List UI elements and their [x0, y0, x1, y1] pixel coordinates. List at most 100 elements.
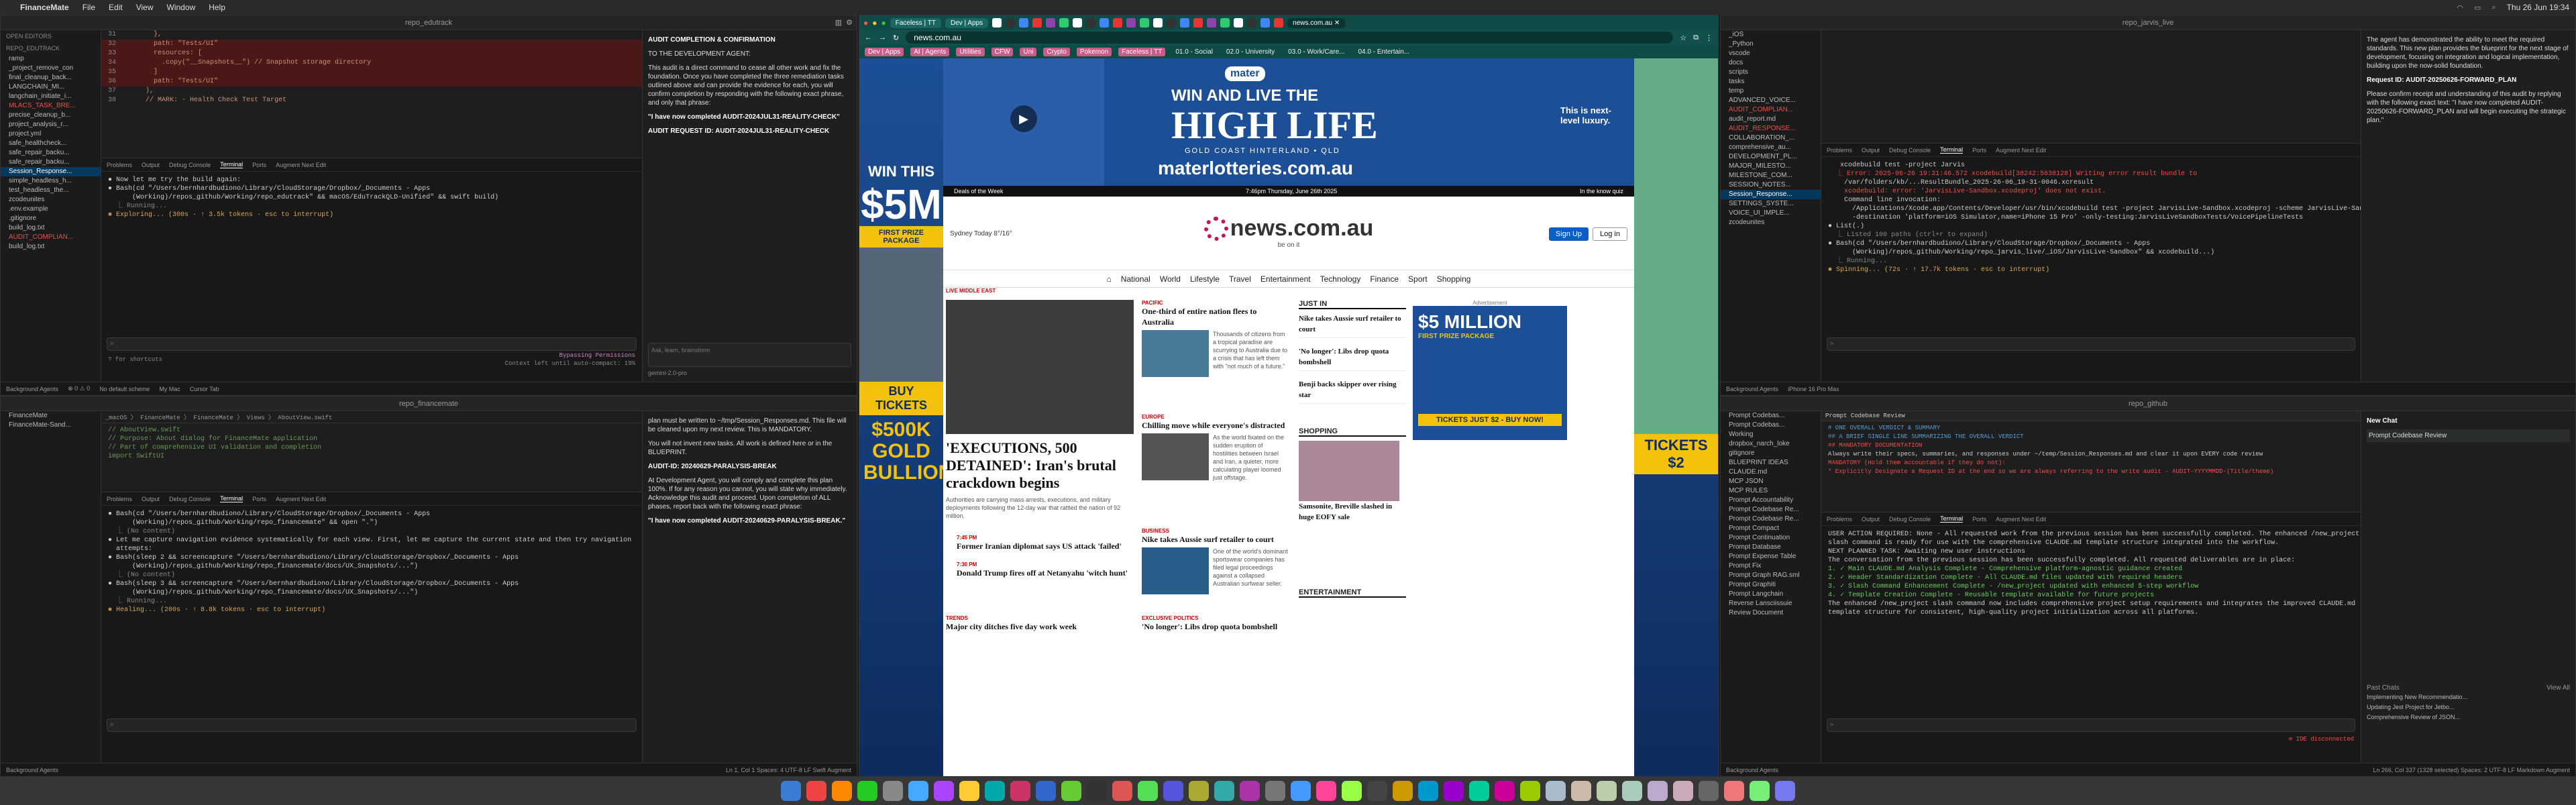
- panel-tab-terminal[interactable]: Terminal: [220, 161, 244, 168]
- browser-tab-favicon-icon[interactable]: [1153, 18, 1163, 28]
- sidebar-file-item[interactable]: Prompt Accountability: [1721, 496, 1821, 505]
- sidebar-file-item[interactable]: build_log.txt: [1, 242, 101, 252]
- ad-left-buy[interactable]: BUY TICKETS: [859, 382, 943, 415]
- browser-tab-favicon-icon[interactable]: [1019, 18, 1029, 28]
- dock-app-icon[interactable]: [1061, 781, 1081, 801]
- nav-entertainment[interactable]: Entertainment: [1260, 274, 1311, 284]
- panel-tab-terminal[interactable]: Terminal: [1940, 146, 1964, 154]
- sidebar-file-item[interactable]: zcodeunites: [1721, 218, 1821, 227]
- dock-app-icon[interactable]: [1571, 781, 1591, 801]
- panel-tab-augment-next-edit[interactable]: Augment Next Edit: [276, 496, 326, 502]
- sidebar-file-item[interactable]: Reverse Lansciissuie: [1721, 599, 1821, 608]
- sidebar-file-item[interactable]: COLLABORATION_...: [1721, 133, 1821, 143]
- sidebar-file-item[interactable]: SETTINGS_SYSTE...: [1721, 199, 1821, 209]
- sidebar-file-item[interactable]: DEVELOPMENT_PL...: [1721, 152, 1821, 162]
- dock-app-icon[interactable]: [1673, 781, 1693, 801]
- play-video-icon[interactable]: ▶: [1010, 105, 1037, 132]
- status-item[interactable]: ⊗ 0 ⚠ 0: [68, 385, 90, 392]
- terminal-output[interactable]: ● Now let me try the build again: ● Bash(…: [101, 172, 642, 223]
- dock-app-icon[interactable]: [1367, 781, 1387, 801]
- sidebar-file-item[interactable]: Session_Response...: [1721, 190, 1821, 199]
- open-editors-header[interactable]: OPEN EDITORS: [1, 30, 101, 42]
- mid-story-1[interactable]: PACIFIC One-third of entire nation flees …: [1142, 300, 1289, 377]
- top-banner-ad[interactable]: mater ▶ WIN AND LIVE THE HIGH LIFE GOLD …: [943, 58, 1634, 186]
- panel-tab-debug-console[interactable]: Debug Console: [169, 162, 211, 168]
- deals-link[interactable]: Deals of the Week: [954, 188, 1003, 195]
- tab-group-dev-apps[interactable]: Dev | Apps: [945, 17, 989, 28]
- bookmark-item[interactable]: 01.0 - Social: [1172, 48, 1216, 56]
- nav-world[interactable]: World: [1160, 274, 1181, 284]
- menu-window[interactable]: Window: [167, 3, 196, 12]
- browser-tab-favicon-icon[interactable]: [1006, 18, 1016, 28]
- dock-app-icon[interactable]: [985, 781, 1005, 801]
- panel-tab-debug-console[interactable]: Debug Console: [169, 496, 211, 502]
- claude-prompt-input[interactable]: >: [107, 718, 637, 732]
- panel-tab-terminal[interactable]: Terminal: [220, 495, 244, 502]
- bookmark-item[interactable]: Uni: [1020, 47, 1037, 56]
- bookmark-item[interactable]: CFW: [991, 47, 1014, 56]
- panel-tab-output[interactable]: Output: [1862, 516, 1880, 523]
- sidebar-file-item[interactable]: Prompt Codebase Re...: [1721, 515, 1821, 524]
- sidebar-file-item[interactable]: _iOS: [1721, 30, 1821, 40]
- sidebar-file-item[interactable]: MCP JSON: [1721, 477, 1821, 486]
- browser-tab-favicon-icon[interactable]: [1247, 18, 1257, 28]
- sidebar-file-item[interactable]: simple_headless_h...: [1, 176, 101, 186]
- sidebar-file-item[interactable]: langchain_initiate_i...: [1, 92, 101, 101]
- sidebar-file-item[interactable]: LANGCHAIN_MI...: [1, 83, 101, 92]
- sidebar-file-item[interactable]: Prompt Continuation: [1721, 533, 1821, 543]
- bg-agents[interactable]: Background Agents: [1726, 767, 1778, 773]
- browser-tab-favicon-icon[interactable]: [1274, 18, 1284, 28]
- lead-headline[interactable]: 'EXECUTIONS, 500 DETAINED': Iran's bruta…: [946, 439, 1134, 492]
- panel-tab-debug-console[interactable]: Debug Console: [1889, 147, 1931, 154]
- panel-tab-ports[interactable]: Ports: [252, 496, 266, 502]
- browser-tab-favicon-icon[interactable]: [1126, 18, 1136, 28]
- browser-tab-favicon-icon[interactable]: [1059, 18, 1069, 28]
- story-thumbnail[interactable]: [1142, 330, 1209, 377]
- sidebar-file-item[interactable]: project.yml: [1, 129, 101, 139]
- settings-icon[interactable]: ⚙: [846, 18, 853, 27]
- sidebar-file-item[interactable]: MLACS_TASK_BRE...: [1, 101, 101, 111]
- star-icon[interactable]: ☆: [1680, 34, 1686, 42]
- nav-sport[interactable]: Sport: [1408, 274, 1428, 284]
- sidebar-file-item[interactable]: .gitignore: [1, 214, 101, 223]
- past-chat-item[interactable]: Comprehensive Review of JSON...: [2367, 712, 2570, 722]
- home-icon[interactable]: ⌂: [1107, 274, 1112, 284]
- dock-app-icon[interactable]: [1775, 781, 1795, 801]
- dock-app-icon[interactable]: [1393, 781, 1413, 801]
- view-all-link[interactable]: View All: [2546, 684, 2570, 692]
- sidebar-file-item[interactable]: dropbox_narch_loke: [1721, 439, 1821, 449]
- sidebar-file-item[interactable]: AUDIT_COMPLIAN...: [1721, 105, 1821, 115]
- dock-app-icon[interactable]: [908, 781, 928, 801]
- panel-tab-problems[interactable]: Problems: [1827, 516, 1852, 523]
- past-chat-item[interactable]: Updating Jest Project for Jetbo...: [2367, 702, 2570, 712]
- sidebar-file-item[interactable]: build_log.txt: [1, 223, 101, 233]
- dock-app-icon[interactable]: [959, 781, 979, 801]
- browser-tab-favicon-icon[interactable]: [1220, 18, 1230, 28]
- sidebar-file-item[interactable]: vscode: [1721, 49, 1821, 58]
- code-editor[interactable]: 31 }, 32 path: "Tests/UI" 33 resources: [3…: [101, 30, 642, 158]
- dock-app-icon[interactable]: [1469, 781, 1489, 801]
- dock-app-icon[interactable]: [1342, 781, 1362, 801]
- right-skyscraper-ad[interactable]: TICKETS $2: [1634, 58, 1718, 776]
- bookmark-item[interactable]: Pokemon: [1076, 47, 1112, 56]
- panel-tab-augment-next-edit[interactable]: Augment Next Edit: [1996, 147, 2046, 154]
- sub-story-2[interactable]: 7:30 pm Donald Trump fires off at Netany…: [957, 561, 1131, 578]
- nav-lifestyle[interactable]: Lifestyle: [1190, 274, 1220, 284]
- sidebar-file-item[interactable]: tasks: [1721, 77, 1821, 87]
- nav-finance[interactable]: Finance: [1370, 274, 1399, 284]
- layout-icon[interactable]: ▥: [835, 18, 842, 27]
- browser-tab-favicon-icon[interactable]: [1046, 18, 1056, 28]
- sidebar-file-item[interactable]: Prompt Fix: [1721, 561, 1821, 571]
- extensions-icon[interactable]: ⧉: [1693, 34, 1699, 42]
- site-logo[interactable]: news.com.au be on it: [943, 215, 1634, 249]
- panel-tab-problems[interactable]: Problems: [1827, 147, 1852, 154]
- bg-agents[interactable]: Background Agents: [6, 767, 58, 773]
- login-button[interactable]: Log in: [1593, 227, 1627, 241]
- story-headline[interactable]: One-third of entire nation flees to Aust…: [1142, 306, 1289, 327]
- dock-app-icon[interactable]: [1036, 781, 1056, 801]
- panel-tab-problems[interactable]: Problems: [107, 496, 132, 502]
- bookmark-item[interactable]: Crypto: [1043, 47, 1070, 56]
- dock-app-icon[interactable]: [1597, 781, 1617, 801]
- sidebar-file-item[interactable]: safe_repair_backu...: [1, 158, 101, 167]
- dock-app-icon[interactable]: [1444, 781, 1464, 801]
